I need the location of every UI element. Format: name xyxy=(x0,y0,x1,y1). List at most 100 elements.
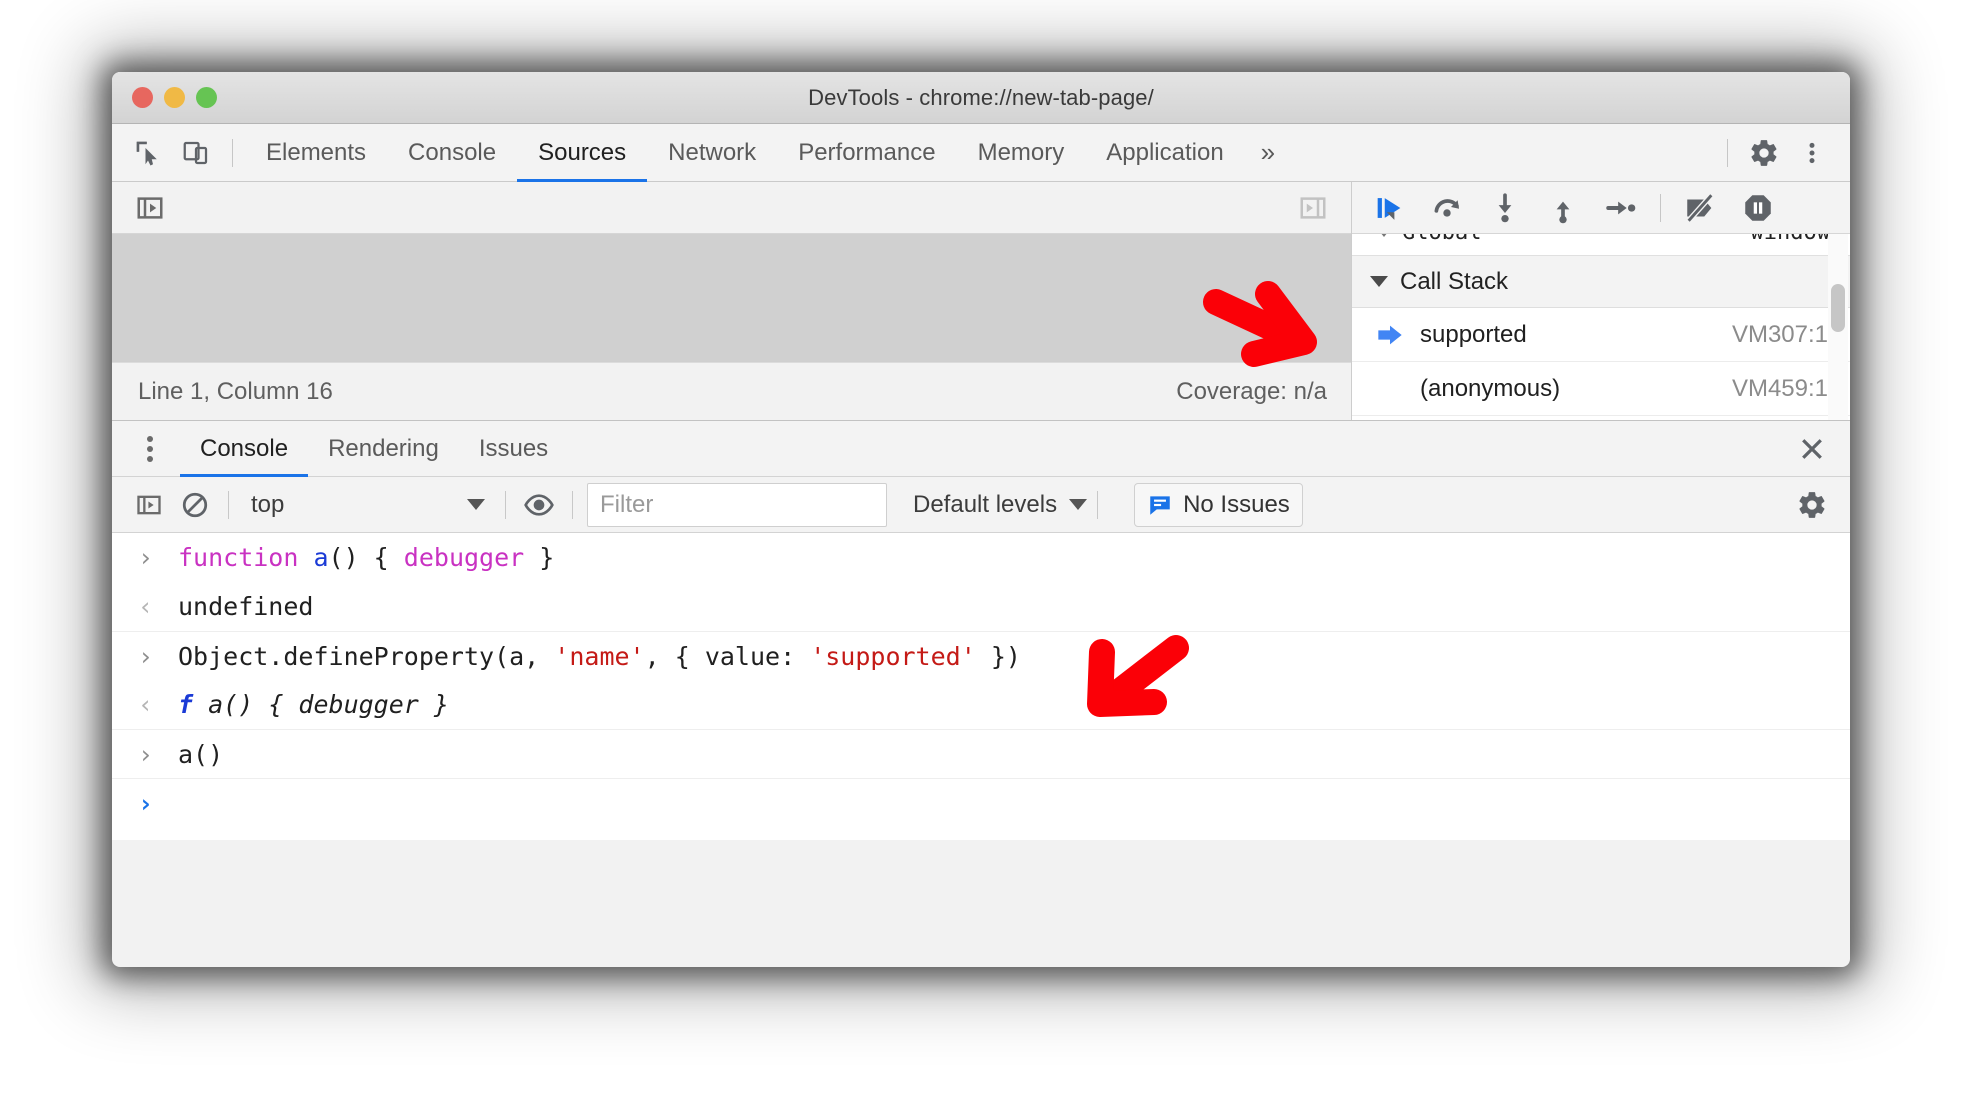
chevron-down-icon xyxy=(1069,499,1088,510)
console-settings-gear-icon[interactable] xyxy=(1788,481,1836,529)
drawer-tab-issues[interactable]: Issues xyxy=(459,421,568,476)
frame-name: (anonymous) xyxy=(1420,374,1561,402)
console-filter-input[interactable]: Filter xyxy=(587,482,887,527)
drawer-tab-bar: Console Rendering Issues xyxy=(112,421,1850,477)
log-levels-label: Default levels xyxy=(913,490,1058,518)
current-frame-arrow-icon xyxy=(1376,323,1406,347)
console-row-text: a() xyxy=(178,739,224,769)
console-row-output[interactable]: ‹ f a() { debugger } xyxy=(112,680,1850,729)
issues-message-icon xyxy=(1147,492,1173,518)
console-row-input[interactable]: › a() xyxy=(112,729,1850,778)
minimize-window-button[interactable] xyxy=(164,87,185,108)
window-title: DevTools - chrome://new-tab-page/ xyxy=(808,84,1154,110)
tab-network[interactable]: Network xyxy=(647,124,777,181)
call-stack-title: Call Stack xyxy=(1400,267,1509,295)
console-row-text: function a() { debugger } xyxy=(178,543,555,572)
console-toolbar-divider-2 xyxy=(505,490,506,519)
console-input-arrow-icon: › xyxy=(138,543,154,572)
show-console-sidebar-icon[interactable] xyxy=(126,483,172,527)
tab-performance[interactable]: Performance xyxy=(777,124,956,181)
execution-context-value: top xyxy=(251,490,285,518)
step-over-next-function-call-icon[interactable] xyxy=(1420,186,1474,230)
console-message-list[interactable]: › function a() { debugger } ‹ undefined › Obj… xyxy=(112,533,1850,840)
console-output-arrow-icon: ‹ xyxy=(138,592,154,621)
toolbar-divider-right xyxy=(1727,138,1728,167)
device-toolbar-icon[interactable] xyxy=(174,131,218,175)
settings-gear-icon[interactable] xyxy=(1742,131,1786,175)
more-tabs-chevron-icon[interactable]: » xyxy=(1245,124,1291,181)
console-input-arrow-icon: › xyxy=(138,739,154,769)
tab-console[interactable]: Console xyxy=(387,124,517,181)
cursor-position-label: Line 1, Column 16 xyxy=(138,377,333,405)
coverage-label: Coverage: n/a xyxy=(1176,377,1327,405)
sources-editor-toolbar xyxy=(112,182,1351,234)
step-out-of-current-function-icon[interactable] xyxy=(1536,186,1590,230)
tab-sources[interactable]: Sources xyxy=(517,124,648,182)
console-toolbar: top Filter Default levels No Issues xyxy=(112,477,1850,533)
tab-memory[interactable]: Memory xyxy=(957,124,1086,181)
devtools-window: DevTools - chrome://new-tab-page/ Elemen… xyxy=(112,72,1850,967)
console-row-text: undefined xyxy=(178,592,314,621)
execution-context-selector[interactable]: top xyxy=(239,485,495,525)
drawer-more-options-kebab-icon[interactable] xyxy=(130,429,170,469)
console-toolbar-divider-4 xyxy=(1097,490,1099,519)
scope-row-clipped[interactable]: Global window xyxy=(1352,234,1850,256)
step-icon[interactable] xyxy=(1594,186,1648,230)
window-titlebar: DevTools - chrome://new-tab-page/ xyxy=(112,72,1850,124)
console-toolbar-divider xyxy=(228,490,229,519)
editor-status-bar: Line 1, Column 16 Coverage: n/a xyxy=(112,362,1351,420)
debugger-sidebar: Global window Call Stack xyxy=(1352,182,1850,420)
call-stack-frame-anonymous[interactable]: (anonymous) VM459:1 xyxy=(1352,362,1850,416)
console-row-prompt[interactable]: › xyxy=(112,778,1850,827)
tab-elements[interactable]: Elements xyxy=(245,124,387,181)
traffic-lights xyxy=(132,87,217,108)
close-drawer-icon[interactable] xyxy=(1788,425,1836,473)
call-stack-frame-supported[interactable]: supported VM307:1 xyxy=(1352,308,1850,362)
sources-panel: Line 1, Column 16 Coverage: n/a Call Sta… xyxy=(112,182,1850,420)
devtools-main-toolbar: Elements Console Sources Network Perform… xyxy=(112,124,1850,182)
tab-application[interactable]: Application xyxy=(1085,124,1244,181)
debugger-sidebar-scrollbar[interactable] xyxy=(1828,234,1848,420)
scope-value: window xyxy=(1751,234,1830,245)
debugger-toolbar-divider xyxy=(1660,193,1661,222)
step-into-next-function-call-icon[interactable] xyxy=(1478,186,1532,230)
debugger-sidebar-body: Global window Call Stack xyxy=(1352,234,1850,420)
deactivate-breakpoints-icon[interactable] xyxy=(1673,186,1727,230)
log-levels-selector[interactable]: Default levels xyxy=(913,490,1088,519)
show-debugger-sidebar-icon[interactable] xyxy=(1291,186,1335,230)
sources-editor-column: Line 1, Column 16 Coverage: n/a xyxy=(112,182,1352,420)
source-code-editor[interactable] xyxy=(112,234,1351,362)
screenshot-root: DevTools - chrome://new-tab-page/ Elemen… xyxy=(0,0,1962,1116)
drawer-tab-console[interactable]: Console xyxy=(180,421,309,477)
scrollbar-thumb[interactable] xyxy=(1831,284,1845,332)
more-options-kebab-icon[interactable] xyxy=(1790,131,1834,175)
inspect-element-icon[interactable] xyxy=(126,131,170,175)
drawer-tab-rendering[interactable]: Rendering xyxy=(308,421,459,476)
console-drawer: Console Rendering Issues top Filter Defa… xyxy=(112,420,1850,840)
issues-label: No Issues xyxy=(1183,490,1290,518)
main-toolbar-right xyxy=(1715,131,1836,175)
console-output-arrow-icon: ‹ xyxy=(138,690,154,719)
issues-status-button[interactable]: No Issues xyxy=(1134,482,1303,527)
resume-script-execution-icon[interactable] xyxy=(1362,186,1416,230)
frame-location: VM459:1 xyxy=(1731,374,1828,402)
console-row-input[interactable]: › Object.defineProperty(a, 'name', { valu… xyxy=(112,631,1850,680)
frame-name: supported xyxy=(1420,320,1527,348)
panel-tabs: Elements Console Sources Network Perform… xyxy=(245,124,1291,182)
console-row-text: Object.defineProperty(a, 'name', { value… xyxy=(178,641,1021,671)
chevron-down-icon xyxy=(1370,276,1388,287)
frame-location: VM307:1 xyxy=(1731,320,1828,348)
console-input-arrow-icon: › xyxy=(138,788,154,818)
chevron-down-icon xyxy=(467,499,485,510)
close-window-button[interactable] xyxy=(132,87,153,108)
live-expression-eye-icon[interactable] xyxy=(516,483,562,527)
show-navigator-icon[interactable] xyxy=(128,186,172,230)
toolbar-divider xyxy=(232,138,233,167)
pause-on-exceptions-icon[interactable] xyxy=(1731,186,1785,230)
console-row-text: f a() { debugger } xyxy=(178,690,449,719)
console-row-input[interactable]: › function a() { debugger } xyxy=(112,533,1850,582)
call-stack-section-header[interactable]: Call Stack xyxy=(1352,256,1850,308)
clear-console-icon[interactable] xyxy=(172,483,218,527)
console-row-output[interactable]: ‹ undefined xyxy=(112,582,1850,631)
maximize-window-button[interactable] xyxy=(196,87,217,108)
